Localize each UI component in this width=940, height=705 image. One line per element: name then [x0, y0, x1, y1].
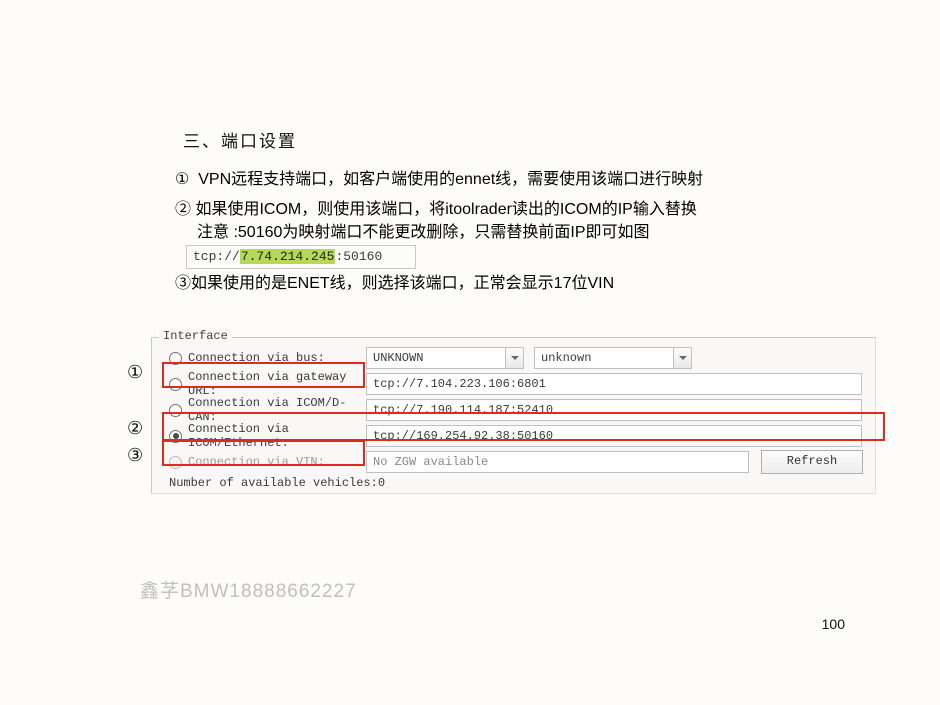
- bullet-1: ① VPN远程支持端口，如客户端使用的ennet线，需要使用该端口进行映射: [175, 168, 703, 191]
- radio-gateway[interactable]: [169, 378, 182, 391]
- interface-panel: Interface Connection via bus: UNKNOWN un…: [141, 324, 876, 494]
- bullet-2: ② 如果使用ICOM，则使用该端口，将itoolrader读出的ICOM的IP输…: [175, 198, 697, 221]
- field-icom-dcan[interactable]: tcp://7.190.114.187:52410: [366, 399, 862, 421]
- radio-icom-dcan[interactable]: [169, 404, 182, 417]
- label-icom-dcan: Connection via ICOM/D-CAN:: [188, 396, 366, 424]
- bullet-2-note: 注意 :50160为映射端口不能更改删除，只需替换前面IP即可如图: [197, 221, 650, 244]
- field-vin: No ZGW available: [366, 451, 749, 473]
- combo-bus-2[interactable]: unknown: [534, 347, 692, 369]
- tcp-example-field: tcp://7.74.214.245:50160: [186, 245, 416, 269]
- row-connection-icom-dcan: Connection via ICOM/D-CAN: tcp://7.190.1…: [169, 398, 866, 422]
- combo-bus-1[interactable]: UNKNOWN: [366, 347, 524, 369]
- bullet-3: ③如果使用的是ENET线，则选择该端口，正常会显示17位VIN: [175, 272, 614, 295]
- label-icom-ethernet: Connection via ICOM/Ethernet:: [188, 422, 366, 450]
- combo-bus-2-value: unknown: [541, 351, 591, 365]
- field-gateway-url[interactable]: tcp://7.104.223.106:6801: [366, 373, 862, 395]
- row-connection-gateway: Connection via gateway URL: tcp://7.104.…: [169, 372, 866, 396]
- radio-icom-ethernet[interactable]: [169, 430, 182, 443]
- label-vin: Connection via VIN:: [188, 455, 366, 469]
- label-gateway: Connection via gateway URL:: [188, 370, 366, 398]
- tcp-prefix: tcp://: [193, 249, 240, 264]
- label-bus: Connection via bus:: [188, 351, 366, 365]
- radio-bus[interactable]: [169, 352, 182, 365]
- row-connection-vin: Connection via VIN: No ZGW available Ref…: [169, 450, 866, 474]
- tcp-highlight-ip: 7.74.214.245: [240, 249, 336, 264]
- tcp-suffix: :50160: [335, 249, 382, 264]
- available-vehicles-count: Number of available vehicles:0: [169, 476, 385, 490]
- row-connection-bus: Connection via bus: UNKNOWN unknown: [169, 346, 866, 370]
- page-number: 100: [822, 616, 845, 632]
- interface-legend: Interface: [159, 329, 232, 343]
- refresh-button[interactable]: Refresh: [761, 450, 863, 474]
- field-icom-ethernet[interactable]: tcp://169.254.92.38:50160: [366, 425, 862, 447]
- chevron-down-icon[interactable]: [673, 348, 691, 368]
- combo-bus-1-value: UNKNOWN: [373, 351, 423, 365]
- watermark-text: 鑫芓BMW18888662227: [140, 576, 357, 603]
- section-title: 三、端口设置: [183, 127, 297, 152]
- chevron-down-icon[interactable]: [505, 348, 523, 368]
- radio-vin: [169, 456, 182, 469]
- row-connection-icom-ethernet: Connection via ICOM/Ethernet: tcp://169.…: [169, 424, 866, 448]
